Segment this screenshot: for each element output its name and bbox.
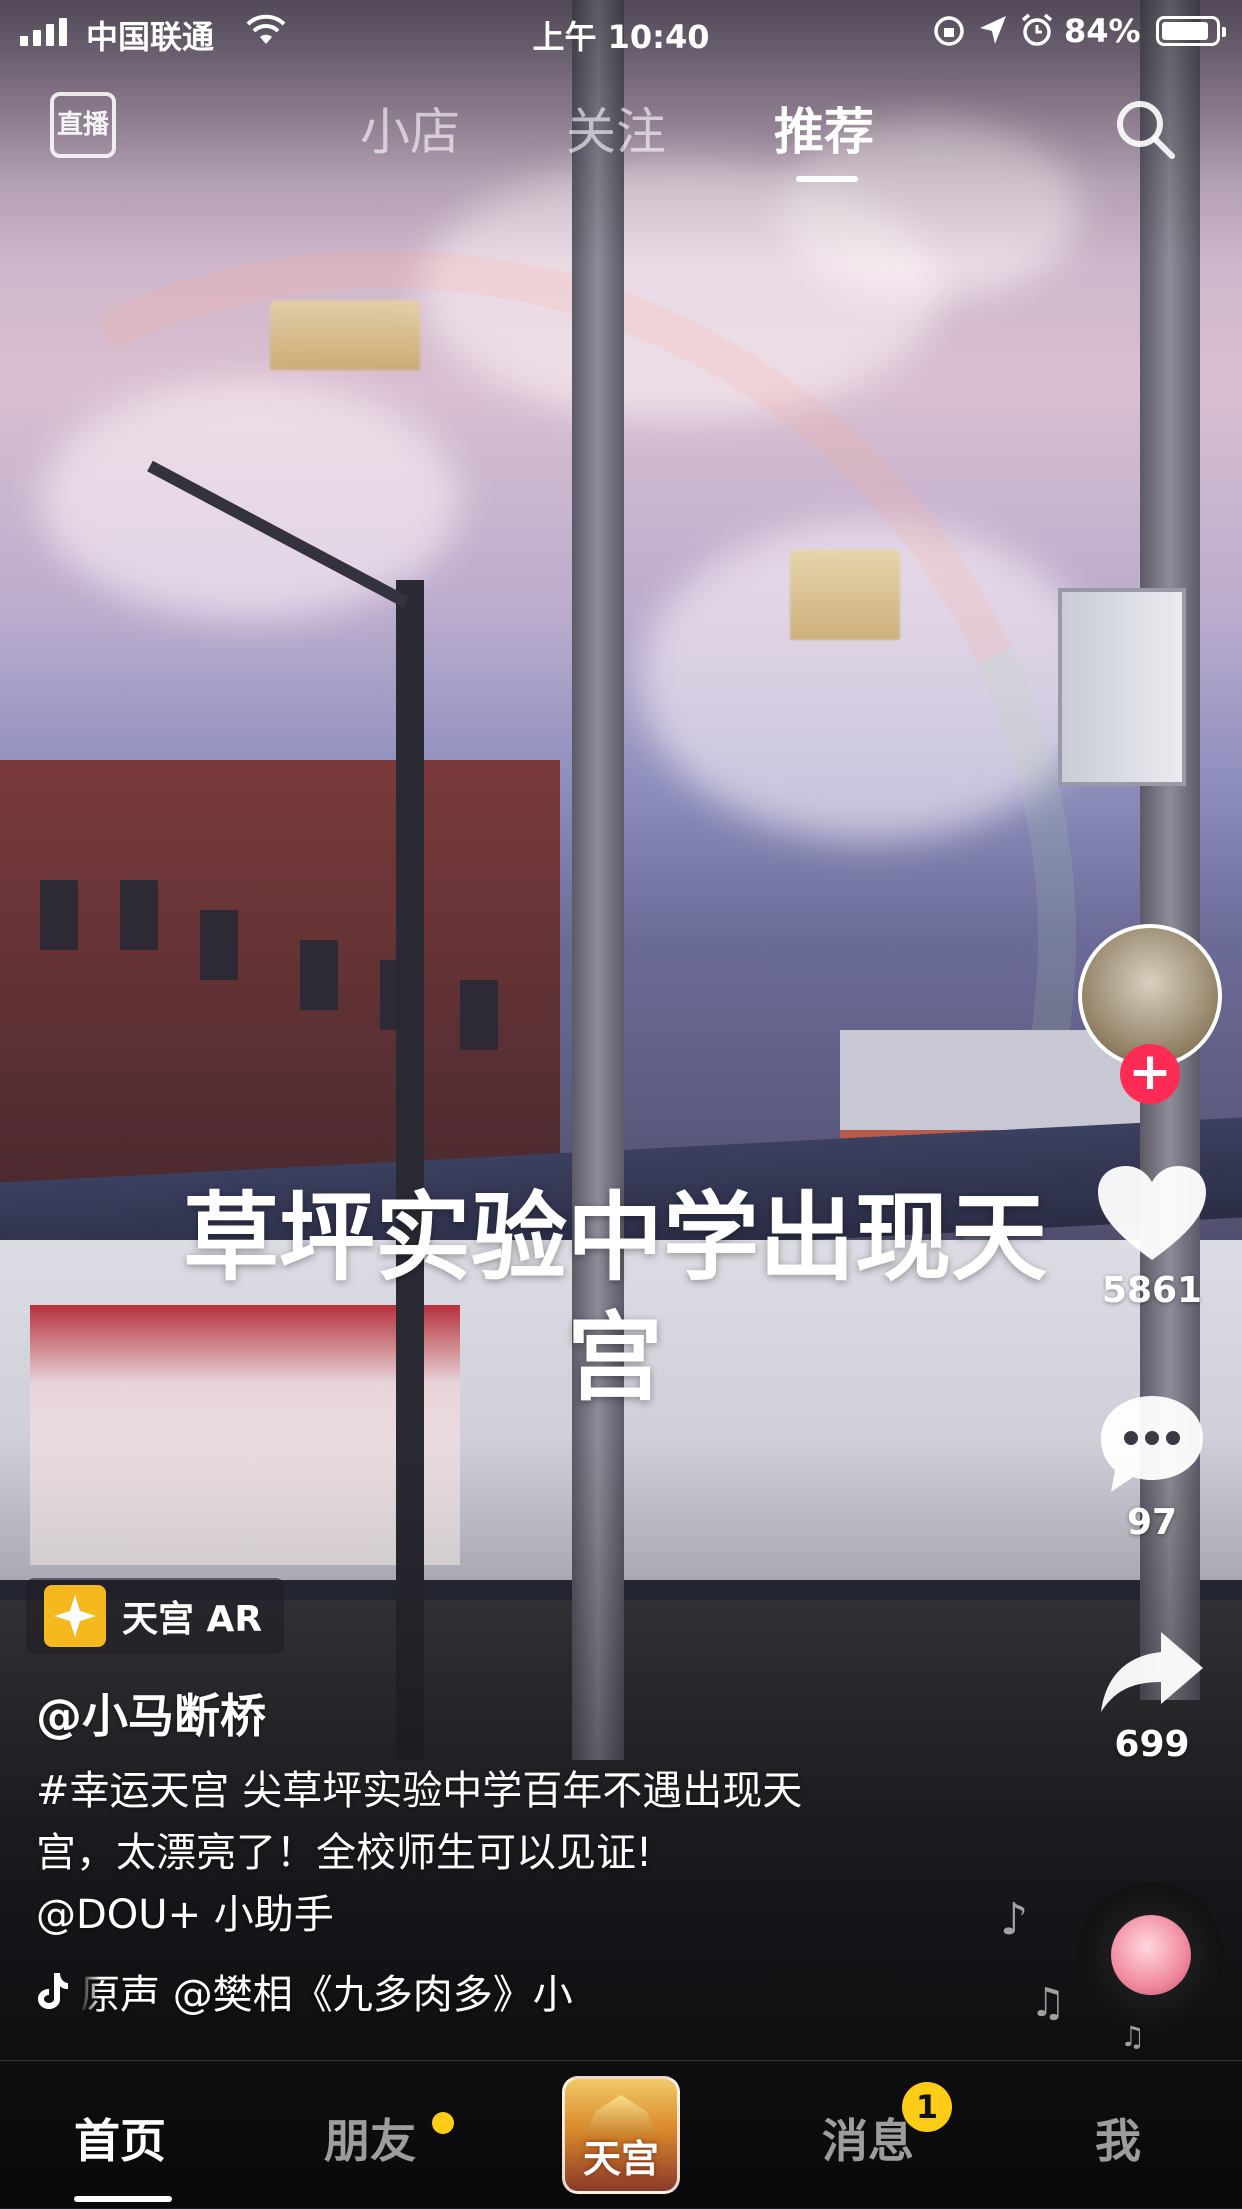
floating-note-icon: ♪	[1000, 1894, 1029, 1945]
music-title: 原声 @樊相《九多肉多》小	[80, 1972, 573, 2018]
location-icon	[980, 16, 1006, 44]
active-tab-underline	[796, 176, 858, 182]
message-badge: 1	[902, 2082, 952, 2132]
overlay-title-line: 草坪实验中学出现天	[183, 1182, 1047, 1294]
active-tab-indicator	[74, 2196, 172, 2202]
friends-new-dot	[432, 2112, 454, 2134]
comment-count: 97	[1126, 1502, 1178, 1543]
description-line: 宫，太漂亮了！全校师生可以见证!	[36, 1830, 653, 1876]
floating-note-icon: ♫	[1030, 1980, 1066, 2026]
comment-icon	[1101, 1396, 1203, 1492]
comment-button[interactable]: 97	[1084, 1392, 1220, 1543]
like-button[interactable]: 5861	[1084, 1164, 1220, 1311]
share-count: 699	[1114, 1724, 1190, 1765]
status-bar: 中国联通 上午 10:40 84%	[0, 0, 1242, 64]
author-handle[interactable]: @小马断桥	[36, 1680, 266, 1746]
effect-tag-label: 天宫 AR	[122, 1599, 263, 1640]
search-icon[interactable]	[1112, 96, 1178, 162]
tab-friends[interactable]: 朋友	[324, 2105, 416, 2171]
alarm-icon	[1021, 13, 1053, 46]
music-disc[interactable]	[1078, 1882, 1224, 2028]
tiktok-note-icon	[38, 1973, 68, 2009]
tab-recommended[interactable]: 推荐	[774, 92, 874, 164]
music-ticker[interactable]: 原声 @樊相《九多肉多》小	[36, 1962, 680, 2020]
follow-plus-button[interactable]: +	[1120, 1044, 1180, 1104]
battery-percent: 84%	[1064, 12, 1141, 50]
battery-icon	[1156, 16, 1226, 46]
share-button[interactable]: 699	[1084, 1628, 1220, 1765]
rotation-lock-icon	[934, 16, 964, 46]
overlay-title-line: 宫	[567, 1302, 663, 1414]
tab-home[interactable]: 首页	[74, 2105, 166, 2171]
top-tabs: 小店 关注 推荐	[0, 92, 1242, 172]
center-create-button[interactable]: 天宫	[562, 2076, 680, 2194]
tab-me[interactable]: 我	[1095, 2105, 1141, 2171]
effect-tag[interactable]: 天宫 AR	[26, 1578, 285, 1654]
heart-icon	[1098, 1166, 1206, 1260]
description-mention[interactable]: @DOU+ 小助手	[36, 1884, 916, 1946]
clock: 上午 10:40	[532, 18, 710, 56]
description-line: #幸运天宫 尖草坪实验中学百年不遇出现天	[36, 1768, 803, 1814]
tab-messages[interactable]: 消息	[822, 2105, 914, 2171]
like-count: 5861	[1101, 1270, 1203, 1311]
center-button-label: 天宫	[582, 2137, 659, 2181]
tab-following[interactable]: 关注	[566, 92, 666, 164]
video-description: #幸运天宫 尖草坪实验中学百年不遇出现天 宫，太漂亮了！全校师生可以见证! @D…	[36, 1760, 916, 1946]
video-overlay-title: 草坪实验中学出现天 宫	[110, 1178, 1120, 1418]
share-arrow-icon	[1101, 1632, 1203, 1712]
tab-shop[interactable]: 小店	[360, 92, 460, 164]
effect-sparkle-icon	[44, 1585, 106, 1647]
